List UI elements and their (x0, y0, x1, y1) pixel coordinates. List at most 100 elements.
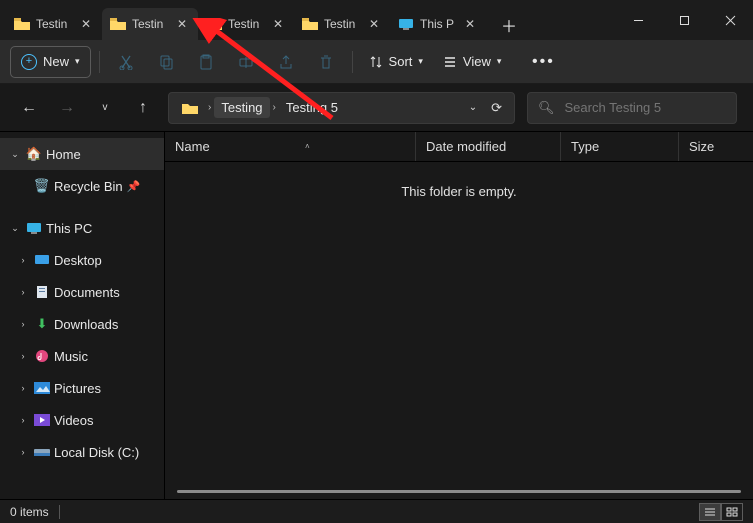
share-icon (278, 54, 294, 70)
forward-button[interactable]: → (54, 95, 80, 121)
pc-icon (24, 222, 44, 234)
delete-icon (318, 54, 334, 70)
chevron-right-icon[interactable]: › (14, 383, 32, 393)
divider (59, 505, 60, 519)
tree-label: Local Disk (C:) (54, 445, 139, 460)
view-mode-toggle (699, 503, 743, 521)
content-pane[interactable]: Name ˄ Date modified Type Size This fold… (165, 132, 753, 499)
share-button[interactable] (268, 46, 304, 78)
cut-icon (118, 54, 134, 70)
tree-recycle-bin[interactable]: 🗑️ Recycle Bin 📌 (0, 170, 164, 202)
column-type[interactable]: Type (560, 132, 678, 161)
chevron-right-icon[interactable]: › (14, 319, 32, 329)
tree-home[interactable]: ⌄ 🏠 Home (0, 138, 164, 170)
tab-0[interactable]: Testin ✕ (6, 8, 102, 40)
tab-3[interactable]: Testin ✕ (294, 8, 390, 40)
tree-label: This PC (46, 221, 92, 236)
close-icon[interactable]: ✕ (366, 17, 382, 31)
chevron-right-icon[interactable]: › (205, 102, 214, 113)
new-button[interactable]: + New ▾ (10, 46, 91, 78)
downloads-icon: ⬇ (32, 316, 52, 332)
command-bar: + New ▾ Sort ▾ View ▾ ••• (0, 40, 753, 84)
breadcrumb[interactable]: › Testing › Testing 5 ⌄ ⟳ (168, 92, 515, 124)
tree-music[interactable]: › Music (0, 340, 164, 372)
minimize-button[interactable] (615, 0, 661, 40)
tab-label: Testin (324, 17, 366, 31)
column-name[interactable]: Name ˄ (165, 132, 415, 161)
tree-label: Videos (54, 413, 94, 428)
maximize-button[interactable] (661, 0, 707, 40)
refresh-button[interactable]: ⟳ (491, 100, 502, 116)
documents-icon (32, 285, 52, 299)
search-box[interactable]: 🔍︎ (527, 92, 737, 124)
window-controls (615, 0, 753, 40)
tree-label: Home (46, 147, 81, 162)
thumbnails-view-button[interactable] (721, 503, 743, 521)
close-icon[interactable]: ✕ (78, 17, 94, 31)
tree-label: Music (54, 349, 88, 364)
chevron-right-icon[interactable]: › (14, 287, 32, 297)
breadcrumb-dropdown-button[interactable]: ⌄ (469, 102, 477, 113)
plus-circle-icon: + (21, 54, 37, 70)
chevron-right-icon[interactable]: › (14, 351, 32, 361)
tree-videos[interactable]: › Videos (0, 404, 164, 436)
column-date-modified[interactable]: Date modified (415, 132, 560, 161)
tab-2[interactable]: Testin ✕ (198, 8, 294, 40)
recent-locations-button[interactable]: v (92, 95, 118, 121)
tree-desktop[interactable]: › Desktop (0, 244, 164, 276)
chevron-right-icon[interactable]: › (270, 102, 279, 113)
tab-1[interactable]: Testin ✕ (102, 8, 198, 40)
sort-button[interactable]: Sort ▾ (361, 46, 431, 78)
search-input[interactable] (565, 100, 726, 115)
up-button[interactable]: ↑ (130, 95, 156, 121)
delete-button[interactable] (308, 46, 344, 78)
new-tab-button[interactable]: ＋ (494, 10, 524, 40)
main-split: ⌄ 🏠 Home 🗑️ Recycle Bin 📌 ⌄ This PC › De… (0, 132, 753, 499)
chevron-down-icon[interactable]: ⌄ (6, 149, 24, 160)
tab-label: Testin (132, 17, 174, 31)
sort-ascending-icon: ˄ (305, 142, 310, 151)
chevron-right-icon[interactable]: › (14, 255, 32, 265)
sort-icon (369, 55, 383, 69)
close-icon[interactable]: ✕ (462, 17, 478, 31)
copy-button[interactable] (148, 46, 184, 78)
view-button[interactable]: View ▾ (435, 46, 509, 78)
breadcrumb-segment-1[interactable]: Testing 5 (279, 97, 345, 118)
copy-icon (158, 54, 174, 70)
more-icon: ••• (532, 53, 555, 71)
close-icon[interactable]: ✕ (174, 17, 190, 31)
chevron-right-icon[interactable]: › (14, 415, 32, 425)
close-icon[interactable]: ✕ (270, 17, 286, 31)
tree-local-disk-c[interactable]: › Local Disk (C:) (0, 436, 164, 468)
breadcrumb-segment-0[interactable]: Testing (214, 97, 269, 118)
tab-label: Testin (228, 17, 270, 31)
column-size[interactable]: Size (678, 132, 753, 161)
tree-pictures[interactable]: › Pictures (0, 372, 164, 404)
thumbnails-view-icon (726, 507, 738, 517)
home-icon: 🏠 (24, 146, 44, 162)
sort-label: Sort (389, 54, 413, 69)
tree-this-pc[interactable]: ⌄ This PC (0, 212, 164, 244)
cut-button[interactable] (108, 46, 144, 78)
rename-button[interactable] (228, 46, 264, 78)
chevron-down-icon: ▾ (418, 56, 423, 67)
pc-icon (398, 18, 414, 30)
folder-icon (302, 18, 318, 30)
tree-label: Pictures (54, 381, 101, 396)
tree-downloads[interactable]: › ⬇ Downloads (0, 308, 164, 340)
breadcrumb-root-icon[interactable] (175, 99, 205, 117)
close-window-button[interactable] (707, 0, 753, 40)
navigation-pane[interactable]: ⌄ 🏠 Home 🗑️ Recycle Bin 📌 ⌄ This PC › De… (0, 132, 165, 499)
details-view-button[interactable] (699, 503, 721, 521)
chevron-right-icon[interactable]: › (14, 447, 32, 457)
chevron-down-icon[interactable]: ⌄ (6, 223, 24, 234)
folder-icon (14, 18, 30, 30)
paste-button[interactable] (188, 46, 224, 78)
tab-4[interactable]: This P ✕ (390, 8, 486, 40)
tree-documents[interactable]: › Documents (0, 276, 164, 308)
overflow-button[interactable]: ••• (525, 46, 561, 78)
horizontal-scrollbar[interactable] (177, 490, 741, 493)
back-button[interactable]: ← (16, 95, 42, 121)
recycle-bin-icon: 🗑️ (32, 178, 52, 194)
chevron-down-icon: ▾ (75, 56, 80, 67)
